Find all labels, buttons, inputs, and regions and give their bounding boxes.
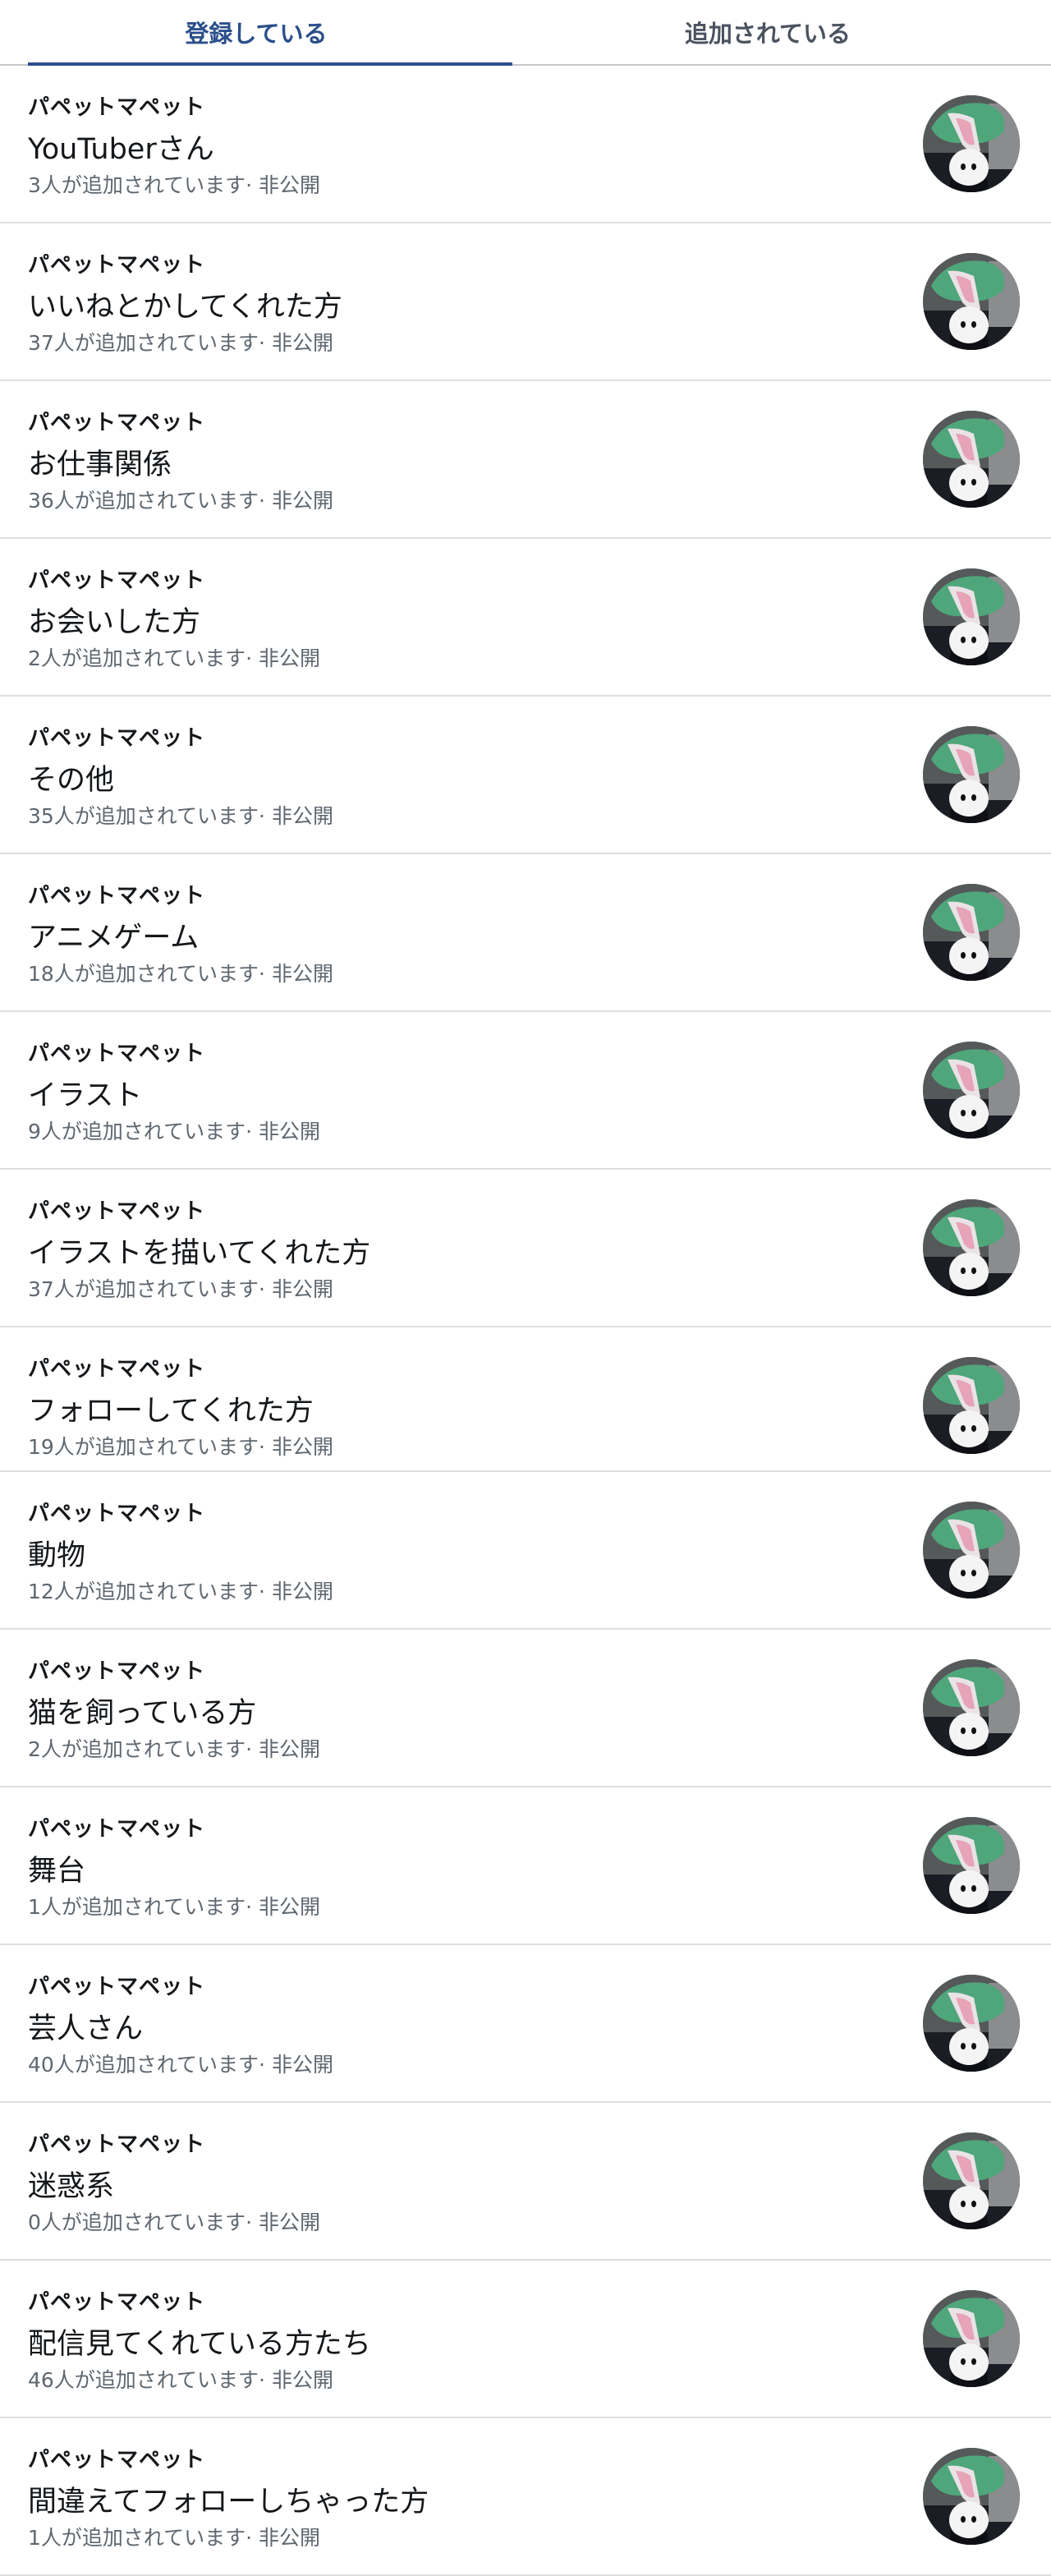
list-members-count: 1人が追加されています· 非公開	[28, 1895, 321, 1919]
list-owner: パペットマペット	[28, 1357, 206, 1382]
list-tabs: 登録している 追加されている	[0, 0, 1051, 66]
list-item[interactable]: パペットマペット アニメゲーム 18人が追加されています· 非公開	[0, 854, 1051, 1012]
list-name: いいねとかしてくれた方	[28, 291, 342, 324]
list-members-count: 2人が追加されています· 非公開	[28, 1737, 321, 1761]
puppet-avatar-icon	[923, 2290, 1020, 2387]
list-collection: パペットマペット YouTuberさん 3人が追加されています· 非公開 パペッ…	[0, 66, 1051, 2576]
list-name: 迷惑系	[28, 2170, 115, 2203]
list-owner: パペットマペット	[28, 568, 206, 593]
list-name: お仕事関係	[28, 448, 172, 481]
list-item[interactable]: パペットマペット その他 35人が追加されています· 非公開	[0, 697, 1051, 854]
list-item[interactable]: パペットマペット 舞台 1人が追加されています· 非公開	[0, 1787, 1051, 1945]
list-item[interactable]: パペットマペット フォローしてくれた方 19人が追加されています· 非公開	[0, 1327, 1051, 1472]
list-name: 舞台	[28, 1855, 86, 1888]
puppet-avatar-icon	[923, 568, 1020, 665]
list-owner: パペットマペット	[28, 411, 206, 435]
list-owner: パペットマペット	[28, 2290, 206, 2315]
list-item[interactable]: パペットマペット お会いした方 2人が追加されています· 非公開	[0, 539, 1051, 697]
list-members-count: 36人が追加されています· 非公開	[28, 489, 333, 513]
puppet-avatar-icon	[923, 1357, 1020, 1454]
list-item[interactable]: パペットマペット 配信見てくれている方たち 46人が追加されています· 非公開	[0, 2261, 1051, 2418]
list-name: 配信見てくれている方たち	[28, 2328, 371, 2361]
list-members-count: 2人が追加されています· 非公開	[28, 646, 321, 670]
list-owner: パペットマペット	[28, 1975, 206, 1999]
list-owner: パペットマペット	[28, 1659, 206, 1684]
list-members-count: 37人が追加されています· 非公開	[28, 1277, 333, 1301]
list-item[interactable]: パペットマペット イラスト 9人が追加されています· 非公開	[0, 1012, 1051, 1170]
list-owner: パペットマペット	[28, 2132, 206, 2157]
puppet-avatar-icon	[923, 1817, 1020, 1914]
list-name: お会いした方	[28, 606, 201, 639]
list-members-count: 9人が追加されています· 非公開	[28, 1120, 321, 1143]
list-owner: パペットマペット	[28, 95, 206, 120]
list-item[interactable]: パペットマペット 動物 12人が追加されています· 非公開	[0, 1472, 1051, 1630]
list-item[interactable]: パペットマペット YouTuberさん 3人が追加されています· 非公開	[0, 66, 1051, 223]
list-name: フォローしてくれた方	[28, 1395, 314, 1428]
list-item[interactable]: パペットマペット 間違えてフォローしちゃった方 1人が追加されています· 非公開	[0, 2418, 1051, 2576]
list-members-count: 19人が追加されています· 非公開	[28, 1435, 333, 1459]
list-members-count: 0人が追加されています· 非公開	[28, 2210, 321, 2234]
list-owner: パペットマペット	[28, 1199, 206, 1224]
list-members-count: 35人が追加されています· 非公開	[28, 804, 333, 828]
list-owner: パペットマペット	[28, 1502, 206, 1526]
list-name: 間違えてフォローしちゃった方	[28, 2486, 429, 2518]
list-item[interactable]: パペットマペット 芸人さん 40人が追加されています· 非公開	[0, 1945, 1051, 2103]
list-members-count: 1人が追加されています· 非公開	[28, 2526, 321, 2550]
list-members-count: 37人が追加されています· 非公開	[28, 331, 333, 355]
list-name: イラスト	[28, 1079, 143, 1112]
list-item[interactable]: パペットマペット 迷惑系 0人が追加されています· 非公開	[0, 2103, 1051, 2261]
tab-subscribed[interactable]: 登録している	[0, 0, 512, 66]
list-name: 猫を飼っている方	[28, 1697, 257, 1730]
list-owner: パペットマペット	[28, 726, 206, 751]
puppet-avatar-icon	[923, 2448, 1020, 2545]
puppet-avatar-icon	[923, 253, 1020, 350]
puppet-avatar-icon	[923, 1199, 1020, 1296]
puppet-avatar-icon	[923, 1042, 1020, 1138]
list-members-count: 12人が追加されています· 非公開	[28, 1580, 333, 1603]
list-item[interactable]: パペットマペット イラストを描いてくれた方 37人が追加されています· 非公開	[0, 1170, 1051, 1327]
puppet-avatar-icon	[923, 2132, 1020, 2229]
list-members-count: 3人が追加されています· 非公開	[28, 173, 321, 197]
puppet-avatar-icon	[923, 726, 1020, 823]
tab-member-of[interactable]: 追加されている	[512, 0, 1023, 64]
list-name: イラストを描いてくれた方	[28, 1237, 371, 1270]
puppet-avatar-icon	[923, 884, 1020, 981]
puppet-avatar-icon	[923, 411, 1020, 508]
list-owner: パペットマペット	[28, 253, 206, 278]
list-name: 動物	[28, 1539, 86, 1572]
puppet-avatar-icon	[923, 1502, 1020, 1598]
list-name: アニメゲーム	[28, 922, 200, 954]
list-owner: パペットマペット	[28, 1817, 206, 1842]
list-owner: パペットマペット	[28, 884, 206, 908]
list-item[interactable]: パペットマペット お仕事関係 36人が追加されています· 非公開	[0, 381, 1051, 539]
list-members-count: 46人が追加されています· 非公開	[28, 2368, 333, 2392]
puppet-avatar-icon	[923, 95, 1020, 192]
list-name: YouTuberさん	[28, 133, 214, 166]
puppet-avatar-icon	[923, 1659, 1020, 1756]
puppet-avatar-icon	[923, 1975, 1020, 2072]
list-members-count: 18人が追加されています· 非公開	[28, 962, 333, 986]
list-members-count: 40人が追加されています· 非公開	[28, 2053, 333, 2077]
list-owner: パペットマペット	[28, 2448, 206, 2472]
list-item[interactable]: パペットマペット いいねとかしてくれた方 37人が追加されています· 非公開	[0, 223, 1051, 381]
list-owner: パペットマペット	[28, 1042, 206, 1066]
list-item[interactable]: パペットマペット 猫を飼っている方 2人が追加されています· 非公開	[0, 1630, 1051, 1787]
list-name: その他	[28, 764, 115, 797]
list-name: 芸人さん	[28, 2012, 144, 2045]
